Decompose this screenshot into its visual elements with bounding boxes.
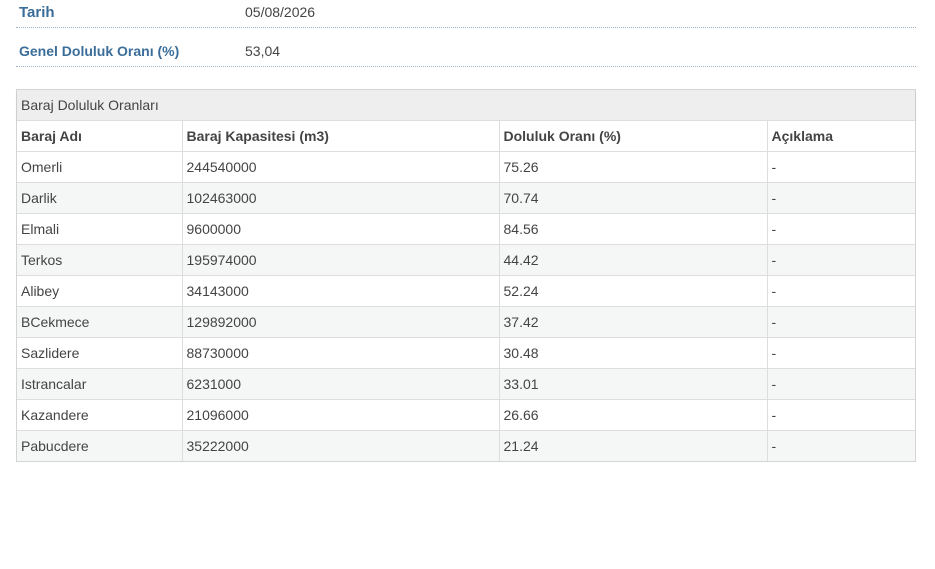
cell-dam-name: Darlik [17, 182, 183, 214]
cell-dam-name: BCekmece [17, 306, 183, 338]
table-row: Terkos 195974000 44.42 - [17, 244, 915, 276]
cell-fill-rate: 75.26 [498, 151, 768, 183]
dam-occupancy-panel: Baraj Doluluk Oranları Baraj Adı Baraj K… [16, 89, 916, 462]
cell-fill-rate: 52.24 [498, 275, 768, 307]
cell-description: - [766, 306, 915, 338]
table-row: Elmali 9600000 84.56 - [17, 213, 915, 245]
panel-title: Baraj Doluluk Oranları [17, 90, 915, 121]
table-row: Omerli 244540000 75.26 - [17, 151, 915, 183]
cell-description: - [766, 430, 915, 461]
cell-capacity: 244540000 [181, 151, 500, 183]
table-row: Darlik 102463000 70.74 - [17, 182, 915, 214]
cell-capacity: 9600000 [181, 213, 500, 245]
cell-description: - [766, 182, 915, 214]
date-label: Tarih [19, 4, 55, 21]
overall-fill-value: 53,04 [245, 43, 281, 59]
date-row: Tarih 05/08/2026 [16, 0, 916, 28]
cell-capacity: 195974000 [181, 244, 500, 276]
table-row: BCekmece 129892000 37.42 - [17, 306, 915, 338]
cell-capacity: 88730000 [181, 337, 500, 369]
cell-description: - [766, 368, 915, 400]
table-row: Pabucdere 35222000 21.24 - [17, 430, 915, 461]
table-row: Kazandere 21096000 26.66 - [17, 399, 915, 431]
cell-fill-rate: 30.48 [498, 337, 768, 369]
cell-fill-rate: 26.66 [498, 399, 768, 431]
cell-capacity: 102463000 [181, 182, 500, 214]
summary-section: Tarih 05/08/2026 Genel Doluluk Oranı (%)… [16, 0, 916, 67]
overall-fill-label: Genel Doluluk Oranı (%) [19, 43, 180, 59]
cell-description: - [766, 244, 915, 276]
cell-capacity: 6231000 [181, 368, 500, 400]
cell-dam-name: Sazlidere [17, 337, 183, 369]
cell-description: - [766, 275, 915, 307]
table-row: Alibey 34143000 52.24 - [17, 275, 915, 307]
cell-fill-rate: 44.42 [498, 244, 768, 276]
cell-dam-name: Alibey [17, 275, 183, 307]
cell-capacity: 129892000 [181, 306, 500, 338]
cell-fill-rate: 33.01 [498, 368, 768, 400]
header-dam-name: Baraj Adı [17, 121, 183, 152]
cell-dam-name: Kazandere [17, 399, 183, 431]
cell-capacity: 35222000 [181, 430, 500, 461]
overall-fill-row: Genel Doluluk Oranı (%) 53,04 [16, 28, 916, 67]
cell-dam-name: Istrancalar [17, 368, 183, 400]
cell-dam-name: Pabucdere [17, 430, 183, 461]
header-capacity: Baraj Kapasitesi (m3) [181, 121, 500, 152]
table-row: Sazlidere 88730000 30.48 - [17, 337, 915, 369]
cell-description: - [766, 399, 915, 431]
cell-fill-rate: 37.42 [498, 306, 768, 338]
cell-dam-name: Elmali [17, 213, 183, 245]
cell-dam-name: Terkos [17, 244, 183, 276]
table-header-row: Baraj Adı Baraj Kapasitesi (m3) Doluluk … [17, 121, 915, 152]
cell-capacity: 21096000 [181, 399, 500, 431]
table-row: Istrancalar 6231000 33.01 - [17, 368, 915, 400]
cell-description: - [766, 151, 915, 183]
cell-fill-rate: 84.56 [498, 213, 768, 245]
date-value: 05/08/2026 [245, 4, 316, 20]
cell-fill-rate: 21.24 [498, 430, 768, 461]
header-description: Açıklama [766, 121, 915, 152]
cell-description: - [766, 337, 915, 369]
cell-dam-name: Omerli [17, 151, 183, 183]
header-fill-rate: Doluluk Oranı (%) [498, 121, 768, 152]
dam-table: Baraj Adı Baraj Kapasitesi (m3) Doluluk … [17, 121, 915, 461]
cell-fill-rate: 70.74 [498, 182, 768, 214]
cell-capacity: 34143000 [181, 275, 500, 307]
cell-description: - [766, 213, 915, 245]
